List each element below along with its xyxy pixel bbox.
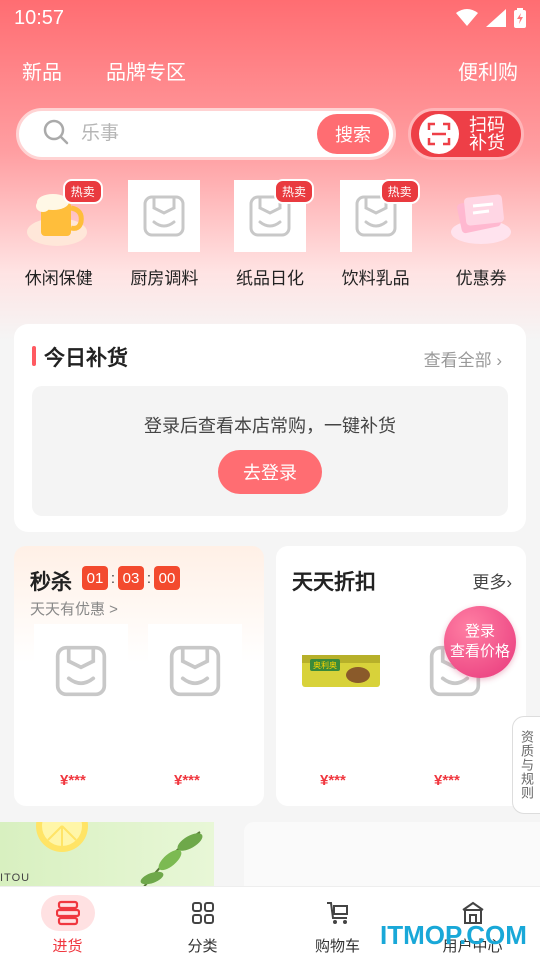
product-image[interactable] <box>34 624 128 718</box>
today-restock-card: 今日补货 查看全部 › 登录后查看本店常购，一键补货 去登录 <box>14 324 526 532</box>
lemon-leaf-graphic <box>36 822 203 892</box>
status-time: 10:57 <box>14 6 65 29</box>
login-prompt-box: 登录后查看本店常购，一键补货 去登录 <box>32 386 508 516</box>
scan-label: 扫码补货 <box>469 115 505 153</box>
top-nav: 新品 品牌专区 便利购 <box>0 52 540 88</box>
hot-badge: 热卖 <box>273 179 314 204</box>
section-title: 天天折扣 <box>292 571 376 594</box>
cart-stack-icon <box>40 895 95 931</box>
countdown-timer: 01 : 03 : 00 <box>82 566 180 590</box>
product-price: ¥*** <box>434 772 460 789</box>
category-coupon[interactable]: 优惠券 <box>431 180 531 290</box>
scan-restock-button[interactable]: 扫码补货 <box>408 108 524 160</box>
timer-minutes: 03 <box>118 566 144 590</box>
timer-separator: : <box>110 569 116 587</box>
section-title: 今日补货 <box>44 347 128 370</box>
category-label: 休闲保健 <box>24 269 93 288</box>
tab-label: 分类 <box>187 938 218 955</box>
product-price: ¥*** <box>320 772 346 789</box>
watermark: ITMOP.COM <box>380 920 527 950</box>
category-drinks-dairy[interactable]: 热卖 饮料乳品 <box>326 179 426 290</box>
grid-icon <box>185 895 221 931</box>
login-view-price-button[interactable]: 登录 查看价格 <box>444 606 516 678</box>
bubble-line-2: 查看价格 <box>449 643 510 660</box>
tab-label: 进货 <box>52 938 83 955</box>
banner-text: ITOU <box>0 872 31 884</box>
tab-label: 购物车 <box>314 938 360 955</box>
bubble-line-1: 登录 <box>464 623 495 640</box>
status-icons <box>456 8 526 28</box>
search-input[interactable] <box>81 123 301 145</box>
category-label: 饮料乳品 <box>341 269 410 288</box>
coupon-icon <box>445 180 517 252</box>
timer-separator: : <box>146 569 152 587</box>
product-price: ¥*** <box>174 772 200 789</box>
tab-category[interactable]: 分类 <box>135 887 270 960</box>
flash-sale-card[interactable]: 秒杀 01 : 03 : 00 天天有优惠 > ¥*** ¥*** <box>14 546 264 806</box>
qualification-rules-tab[interactable]: 资质与规则 <box>512 716 540 814</box>
wifi-icon <box>456 9 478 27</box>
svg-text:奥利奥: 奥利奥 <box>313 660 337 670</box>
hot-badge: 热卖 <box>62 179 103 204</box>
category-label: 纸品日化 <box>235 269 304 288</box>
product-image-oreo[interactable]: 奥利奥 <box>294 624 388 718</box>
promo-banner-right[interactable] <box>244 822 540 892</box>
search-bar[interactable]: 搜索 <box>16 108 396 160</box>
status-bar: 10:57 <box>0 0 540 36</box>
search-button[interactable]: 搜索 <box>317 114 389 154</box>
nav-brand-zone[interactable]: 品牌专区 <box>106 56 186 85</box>
login-tip: 登录后查看本店常购，一键补货 <box>144 416 396 436</box>
view-all-link[interactable]: 查看全部 › <box>424 346 502 371</box>
nav-convenience-buy[interactable]: 便利购 <box>458 56 518 85</box>
section-title: 秒杀 <box>30 571 72 594</box>
login-button[interactable]: 去登录 <box>218 450 322 494</box>
category-label: 厨房调料 <box>130 269 199 288</box>
nav-new-products[interactable]: 新品 <box>22 56 62 85</box>
more-link[interactable]: 更多› <box>472 568 512 593</box>
promo-banner-left[interactable]: ITOU <box>0 822 214 892</box>
category-leisure-health[interactable]: 热卖 休闲保健 <box>9 179 109 290</box>
search-icon <box>43 119 69 150</box>
timer-hours: 01 <box>82 566 108 590</box>
category-label: 优惠券 <box>455 269 507 288</box>
category-paper-daily[interactable]: 热卖 纸品日化 <box>220 179 320 290</box>
shopping-cart-icon <box>320 895 356 931</box>
timer-seconds: 00 <box>154 566 180 590</box>
battery-icon <box>514 8 526 28</box>
title-accent-bar <box>32 346 36 366</box>
hot-badge: 热卖 <box>379 179 420 204</box>
product-image[interactable] <box>148 624 242 718</box>
category-kitchen[interactable]: 厨房调料 <box>114 180 214 290</box>
tab-restock[interactable]: 进货 <box>0 887 135 960</box>
product-price: ¥*** <box>60 772 86 789</box>
scan-icon <box>419 114 459 154</box>
flash-subtitle[interactable]: 天天有优惠 > <box>30 598 118 619</box>
signal-icon <box>486 9 506 27</box>
placeholder-bag-icon <box>128 180 201 252</box>
category-row: 热卖 休闲保健 厨房调料 热卖 纸品日化 热卖 饮料乳品 优惠券 <box>0 179 540 290</box>
